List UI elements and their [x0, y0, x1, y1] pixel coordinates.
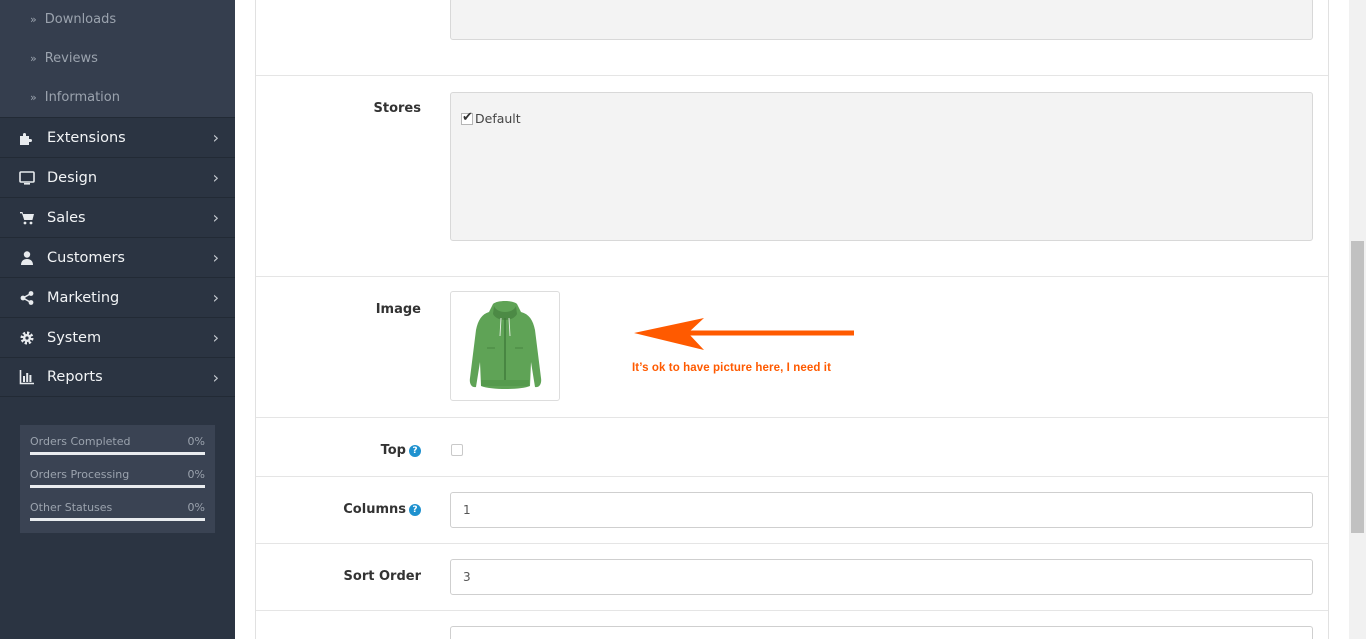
sidebar-subitem-downloads[interactable]: » Downloads	[0, 0, 235, 39]
menu-label: Customers	[47, 249, 125, 266]
stat-value: 0%	[187, 468, 205, 481]
divider	[256, 276, 1328, 277]
sidebar-item-design[interactable]: Design ›	[0, 157, 235, 197]
menu-label: System	[47, 329, 102, 346]
sidebar-item-extensions[interactable]: Extensions ›	[0, 117, 235, 157]
chevron-right-icon: ›	[212, 168, 219, 187]
orange-arrow-annotation	[634, 318, 854, 350]
store-option-default[interactable]: ✔ Default	[461, 109, 521, 126]
subitem-label: Information	[44, 90, 120, 105]
columns-label: Columns?	[256, 502, 421, 517]
subitem-label: Downloads	[44, 12, 117, 27]
top-label: Top?	[256, 443, 421, 458]
catalog-submenu: » Downloads » Reviews » Information	[0, 0, 235, 117]
menu-label: Design	[47, 169, 98, 186]
stat-other-statuses: Other Statuses 0%	[30, 499, 205, 532]
divider	[256, 75, 1328, 76]
stat-label: Other Statuses	[30, 501, 113, 514]
stat-label: Orders Processing	[30, 468, 130, 481]
sidebar-item-marketing[interactable]: Marketing ›	[0, 277, 235, 317]
sort-order-label: Sort Order	[343, 569, 421, 584]
stat-label: Orders Completed	[30, 435, 131, 448]
puzzle-icon	[19, 130, 35, 146]
sidebar-subitem-information[interactable]: » Information	[0, 78, 235, 117]
menu-label: Reports	[47, 369, 103, 385]
chevron-right-icon: ›	[212, 208, 219, 227]
progress-bar	[30, 452, 205, 455]
main-content: Stores ✔ Default Image It’s ok to have p…	[235, 0, 1349, 639]
chevron-right-icon: ›	[212, 367, 219, 387]
image-annotation-note: It’s ok to have picture here, I need it	[632, 362, 832, 374]
user-icon	[19, 250, 35, 266]
menu-label: Extensions	[47, 129, 126, 146]
bar-chart-icon	[19, 369, 35, 385]
store-option-label: Default	[475, 111, 521, 126]
double-chevron-right-icon: »	[30, 91, 37, 104]
sidebar-item-customers[interactable]: Customers ›	[0, 237, 235, 277]
share-icon	[19, 290, 35, 306]
divider	[256, 543, 1328, 544]
product-image-thumbnail[interactable]	[450, 291, 560, 401]
form-panel: Stores ✔ Default Image It’s ok to have p…	[255, 0, 1329, 639]
help-icon[interactable]: ?	[409, 504, 421, 516]
stat-orders-processing: Orders Processing 0%	[30, 466, 205, 499]
sidebar: » Downloads » Reviews » Information Extensi…	[0, 0, 235, 639]
chevron-right-icon: ›	[212, 128, 219, 147]
next-field-input[interactable]	[450, 626, 1313, 639]
stat-orders-completed: Orders Completed 0%	[30, 433, 205, 466]
menu-label: Marketing	[47, 289, 120, 306]
divider	[256, 476, 1328, 477]
sidebar-item-system[interactable]: System ›	[0, 317, 235, 357]
divider	[256, 610, 1328, 611]
gear-icon	[19, 330, 35, 346]
sidebar-item-sales[interactable]: Sales ›	[0, 197, 235, 237]
sidebar-item-reports[interactable]: Reports ›	[0, 357, 235, 397]
sidebar-subitem-reviews[interactable]: » Reviews	[0, 39, 235, 78]
stores-label: Stores	[373, 101, 421, 116]
chevron-right-icon: ›	[212, 328, 219, 347]
previous-field-box[interactable]	[450, 0, 1313, 40]
double-chevron-right-icon: »	[30, 52, 37, 65]
page-scrollbar[interactable]	[1349, 0, 1366, 639]
double-chevron-right-icon: »	[30, 13, 37, 26]
order-stats-panel: Orders Completed 0% Orders Processing 0% O…	[20, 425, 215, 533]
scrollbar-thumb[interactable]	[1351, 241, 1364, 533]
progress-bar	[30, 518, 205, 521]
stores-checkbox-well: ✔ Default	[450, 92, 1313, 241]
checkmark-icon: ✔	[462, 109, 473, 125]
columns-label-text: Columns	[343, 502, 406, 517]
help-icon[interactable]: ?	[409, 445, 421, 457]
stat-value: 0%	[187, 435, 205, 448]
top-label-text: Top	[380, 443, 406, 458]
subitem-label: Reviews	[44, 51, 98, 66]
store-default-checkbox[interactable]: ✔	[461, 109, 473, 125]
chevron-right-icon: ›	[212, 248, 219, 267]
monitor-icon	[19, 170, 35, 186]
image-label: Image	[375, 302, 421, 317]
cart-icon	[19, 210, 35, 226]
top-checkbox[interactable]	[451, 444, 463, 456]
chevron-right-icon: ›	[212, 288, 219, 307]
hoodie-image	[469, 301, 542, 389]
columns-input[interactable]	[450, 492, 1313, 528]
divider	[256, 417, 1328, 418]
stat-value: 0%	[187, 501, 205, 514]
progress-bar	[30, 485, 205, 488]
menu-label: Sales	[47, 209, 86, 226]
sort-order-input[interactable]	[450, 559, 1313, 595]
